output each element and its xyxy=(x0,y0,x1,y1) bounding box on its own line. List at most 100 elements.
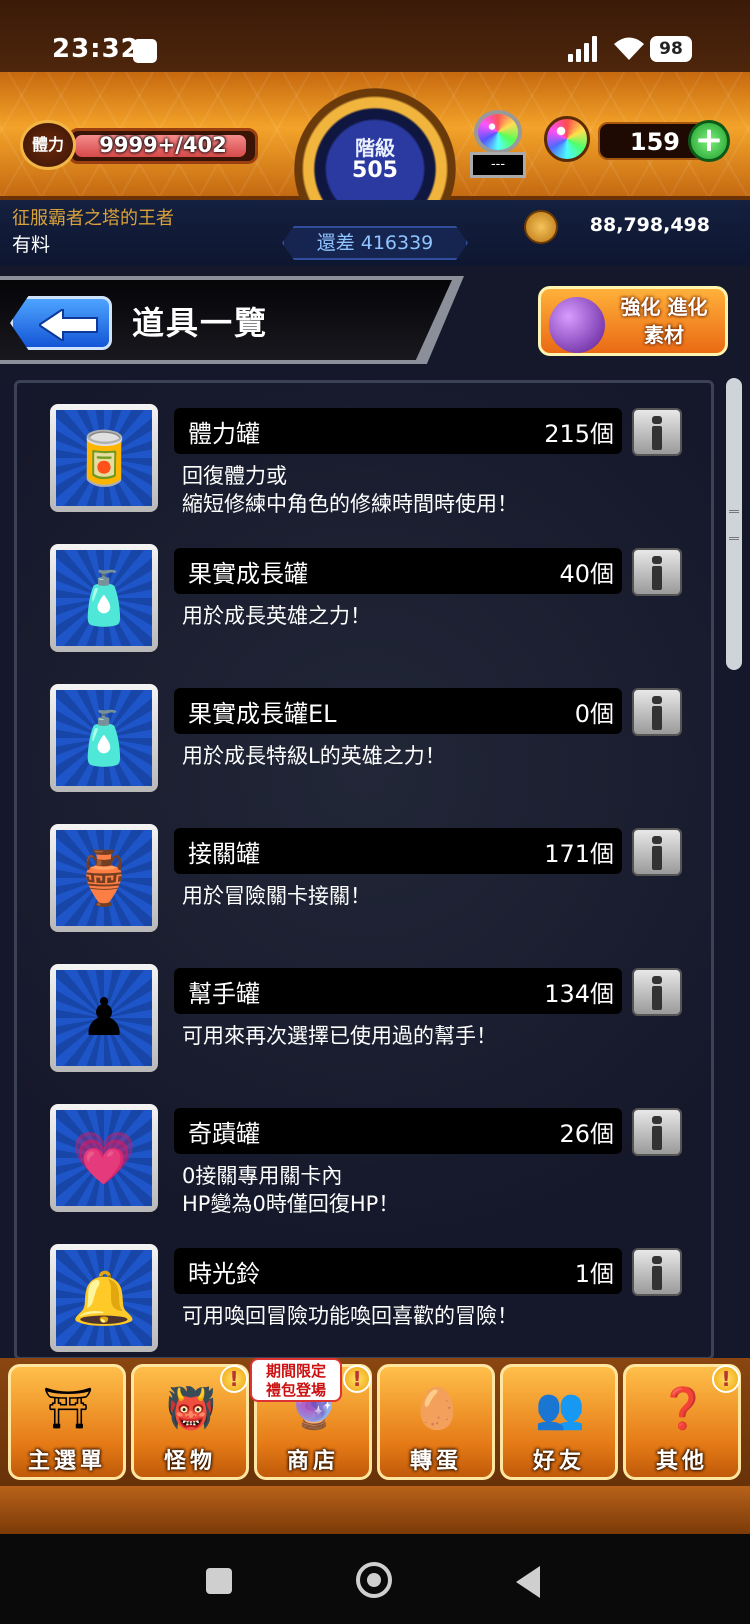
rank-value: 505 xyxy=(352,158,398,183)
item-row[interactable]: ♟ 幫手罐 134個 可用來再次選擇已使用過的幫手！ xyxy=(44,964,694,1084)
item-description: 回復體力或 縮短修練中角色的修練時間時使用！ xyxy=(182,464,518,516)
fruit-growth-bottle-el-icon[interactable]: 🧴 xyxy=(50,684,158,792)
gacha-egg-icon: 🥚 xyxy=(412,1385,462,1432)
item-name: 果實成長罐EL xyxy=(188,700,337,728)
miracle-jar-icon[interactable]: 💗 xyxy=(50,1104,158,1212)
item-info-button[interactable] xyxy=(632,828,682,876)
gem-count: 159 xyxy=(629,128,680,156)
buy-gems-button[interactable]: + xyxy=(688,120,730,162)
item-count: 26個 xyxy=(559,1120,614,1148)
nav-label: 怪物 xyxy=(163,1449,216,1474)
alert-icon: ! xyxy=(712,1365,740,1393)
item-description: 用於冒險關卡接關！ xyxy=(182,884,371,908)
alert-icon: ! xyxy=(220,1365,248,1393)
coin-icon xyxy=(524,210,558,244)
evolve-materials-button[interactable]: 強化 進化 素材 xyxy=(538,286,728,356)
item-row[interactable]: 🔔 時光鈴 1個 可用喚回冒險功能喚回喜歡的冒險！ xyxy=(44,1244,694,1364)
alert-icon: ! xyxy=(343,1365,371,1393)
item-count: 171個 xyxy=(544,840,614,868)
home-icon[interactable] xyxy=(356,1562,392,1598)
nav-label: 主選單 xyxy=(27,1449,106,1474)
evolve-materials-label: 強化 進化 素材 xyxy=(620,295,708,347)
item-glyph: 🔔 xyxy=(71,1268,137,1329)
friends-icon: 👥 xyxy=(535,1385,585,1432)
nav-button-0[interactable]: ⛩ 主選單 xyxy=(8,1364,126,1480)
app-screen: 23:32 98 9999+/402 體力 階級 505 --- 159 + 還… xyxy=(0,0,750,1624)
time-bell-icon[interactable]: 🔔 xyxy=(50,1244,158,1352)
player-name: 有料 xyxy=(12,234,51,256)
item-glyph: 🥫 xyxy=(71,428,137,489)
back-arrow-icon xyxy=(39,309,98,341)
signal-icon xyxy=(568,36,600,62)
orb-slot-text: --- xyxy=(470,152,526,178)
item-glyph: 🧴 xyxy=(71,568,137,629)
stamina-can-icon[interactable]: 🥫 xyxy=(50,404,158,512)
other-menu-icon: ❓ xyxy=(658,1385,708,1432)
item-name: 體力罐 xyxy=(188,420,260,448)
item-info-button[interactable] xyxy=(632,968,682,1016)
item-glyph: 🏺 xyxy=(71,848,137,909)
item-count: 134個 xyxy=(544,980,614,1008)
nav-button-5[interactable]: ❓ 其他 ! xyxy=(623,1364,741,1480)
nav-button-4[interactable]: 👥 好友 xyxy=(500,1364,618,1480)
item-name: 幫手罐 xyxy=(188,980,260,1008)
status-time: 23:32 xyxy=(52,34,140,64)
back-button[interactable] xyxy=(10,296,112,350)
item-row[interactable]: 💗 奇蹟罐 26個 0接關專用關卡內 HP變為0時僅回復HP！ xyxy=(44,1104,694,1224)
page-title: 道具一覽 xyxy=(132,304,269,342)
gem-icon xyxy=(544,116,590,162)
home-gate-icon: ⛩ xyxy=(42,1385,94,1432)
evolve-orb-icon xyxy=(549,297,605,353)
item-glyph: 💗 xyxy=(71,1128,137,1189)
nav-button-1[interactable]: 👹 怪物 ! xyxy=(131,1364,249,1480)
fruit-growth-bottle-icon[interactable]: 🧴 xyxy=(50,544,158,652)
nav-label: 其他 xyxy=(655,1449,708,1474)
bottom-strip xyxy=(0,1486,750,1534)
item-glyph: ♟ xyxy=(80,988,128,1048)
stamina-value: 9999+/402 xyxy=(99,133,227,157)
item-name: 時光鈴 xyxy=(188,1260,260,1288)
item-row[interactable]: 🏺 接關罐 171個 用於冒險關卡接關！ xyxy=(44,824,694,944)
item-description: 0接關專用關卡內 HP變為0時僅回復HP！ xyxy=(182,1164,400,1216)
system-back-icon[interactable] xyxy=(516,1566,540,1598)
item-count: 215個 xyxy=(544,420,614,448)
rank-remaining: 還差 416339 xyxy=(282,226,468,260)
item-glyph: 🧴 xyxy=(71,708,137,769)
nav-label: 轉蛋 xyxy=(409,1449,462,1474)
item-name: 奇蹟罐 xyxy=(188,1120,260,1148)
item-info-button[interactable] xyxy=(632,1108,682,1156)
item-info-button[interactable] xyxy=(632,408,682,456)
continue-jar-icon[interactable]: 🏺 xyxy=(50,824,158,932)
nav-label: 商店 xyxy=(286,1449,339,1474)
item-info-button[interactable] xyxy=(632,548,682,596)
wifi-icon xyxy=(614,37,644,60)
rank-label: 階級 xyxy=(355,136,395,160)
item-row[interactable]: 🧴 果實成長罐EL 0個 用於成長特級L的英雄之力！ xyxy=(44,684,694,804)
item-info-button[interactable] xyxy=(632,688,682,736)
helper-jar-icon[interactable]: ♟ xyxy=(50,964,158,1072)
battery-icon: 98 xyxy=(650,36,692,62)
recent-apps-icon[interactable] xyxy=(206,1568,232,1594)
orb-slot-button[interactable]: --- xyxy=(466,110,530,180)
item-info-button[interactable] xyxy=(632,1248,682,1296)
status-bar: 23:32 98 xyxy=(0,0,750,72)
item-count: 0個 xyxy=(574,700,614,728)
item-count: 40個 xyxy=(559,560,614,588)
item-row[interactable]: 🥫 體力罐 215個 回復體力或 縮短修練中角色的修練時間時使用！ xyxy=(44,404,694,524)
item-description: 可用喚回冒險功能喚回喜歡的冒險！ xyxy=(182,1304,518,1328)
item-description: 用於成長英雄之力！ xyxy=(182,604,371,628)
item-count: 1個 xyxy=(574,1260,614,1288)
limited-offer-badge: 期間限定 禮包登場 xyxy=(250,1358,342,1402)
nav-button-3[interactable]: 🥚 轉蛋 xyxy=(377,1364,495,1480)
stamina-bar[interactable]: 9999+/402 xyxy=(68,128,258,164)
item-row[interactable]: 🧴 果實成長罐 40個 用於成長英雄之力！ xyxy=(44,544,694,664)
stamina-icon: 體力 xyxy=(20,120,76,170)
scrollbar-grip xyxy=(729,510,739,540)
orb-icon xyxy=(474,110,522,154)
notification-icon xyxy=(133,39,157,63)
item-name: 果實成長罐 xyxy=(188,560,308,588)
item-description: 用於成長特級L的英雄之力！ xyxy=(182,744,446,768)
coin-count: 88,798,498 xyxy=(589,214,710,236)
monster-icon: 👹 xyxy=(166,1385,216,1432)
player-title: 征服霸者之塔的王者 xyxy=(12,208,174,229)
